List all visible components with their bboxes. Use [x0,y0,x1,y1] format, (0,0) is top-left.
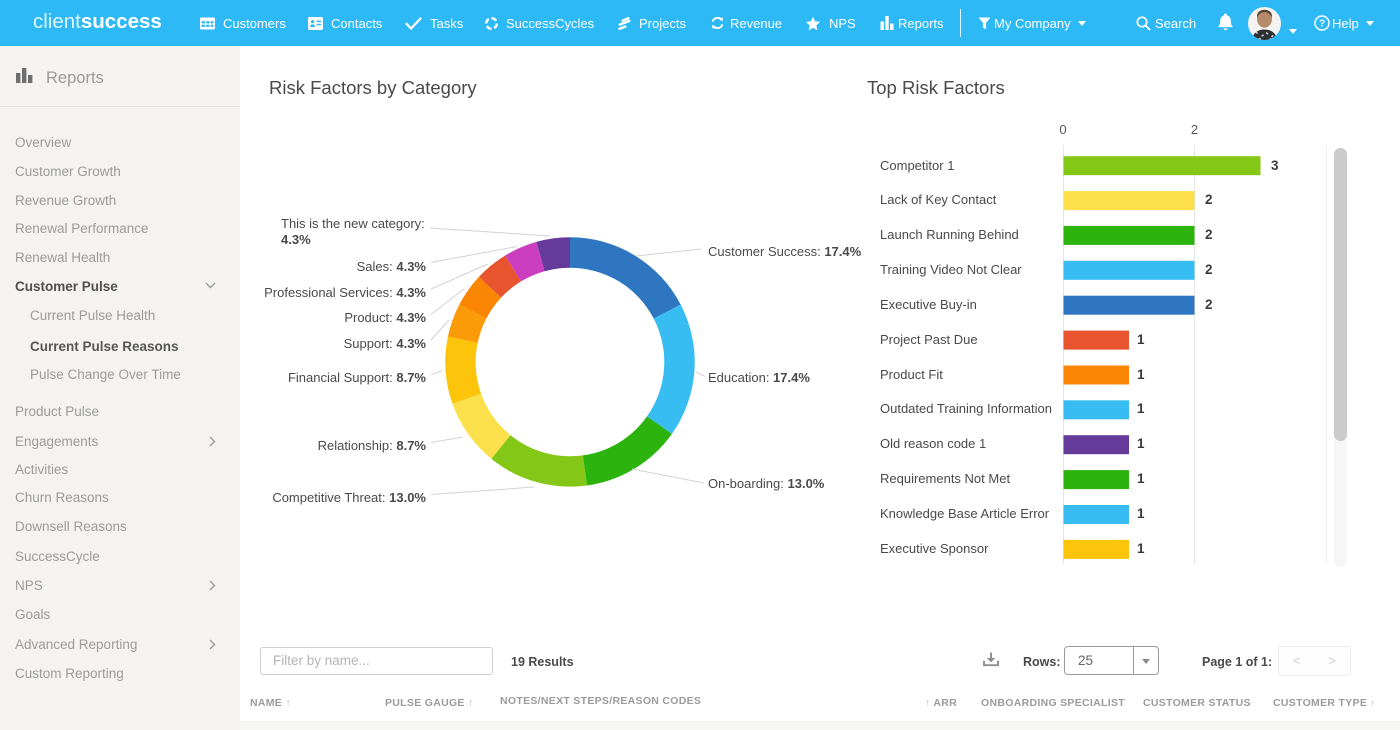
svg-text:?: ? [1319,19,1325,30]
svg-text:0: 0 [1059,122,1066,137]
svg-text:2: 2 [1191,122,1198,137]
